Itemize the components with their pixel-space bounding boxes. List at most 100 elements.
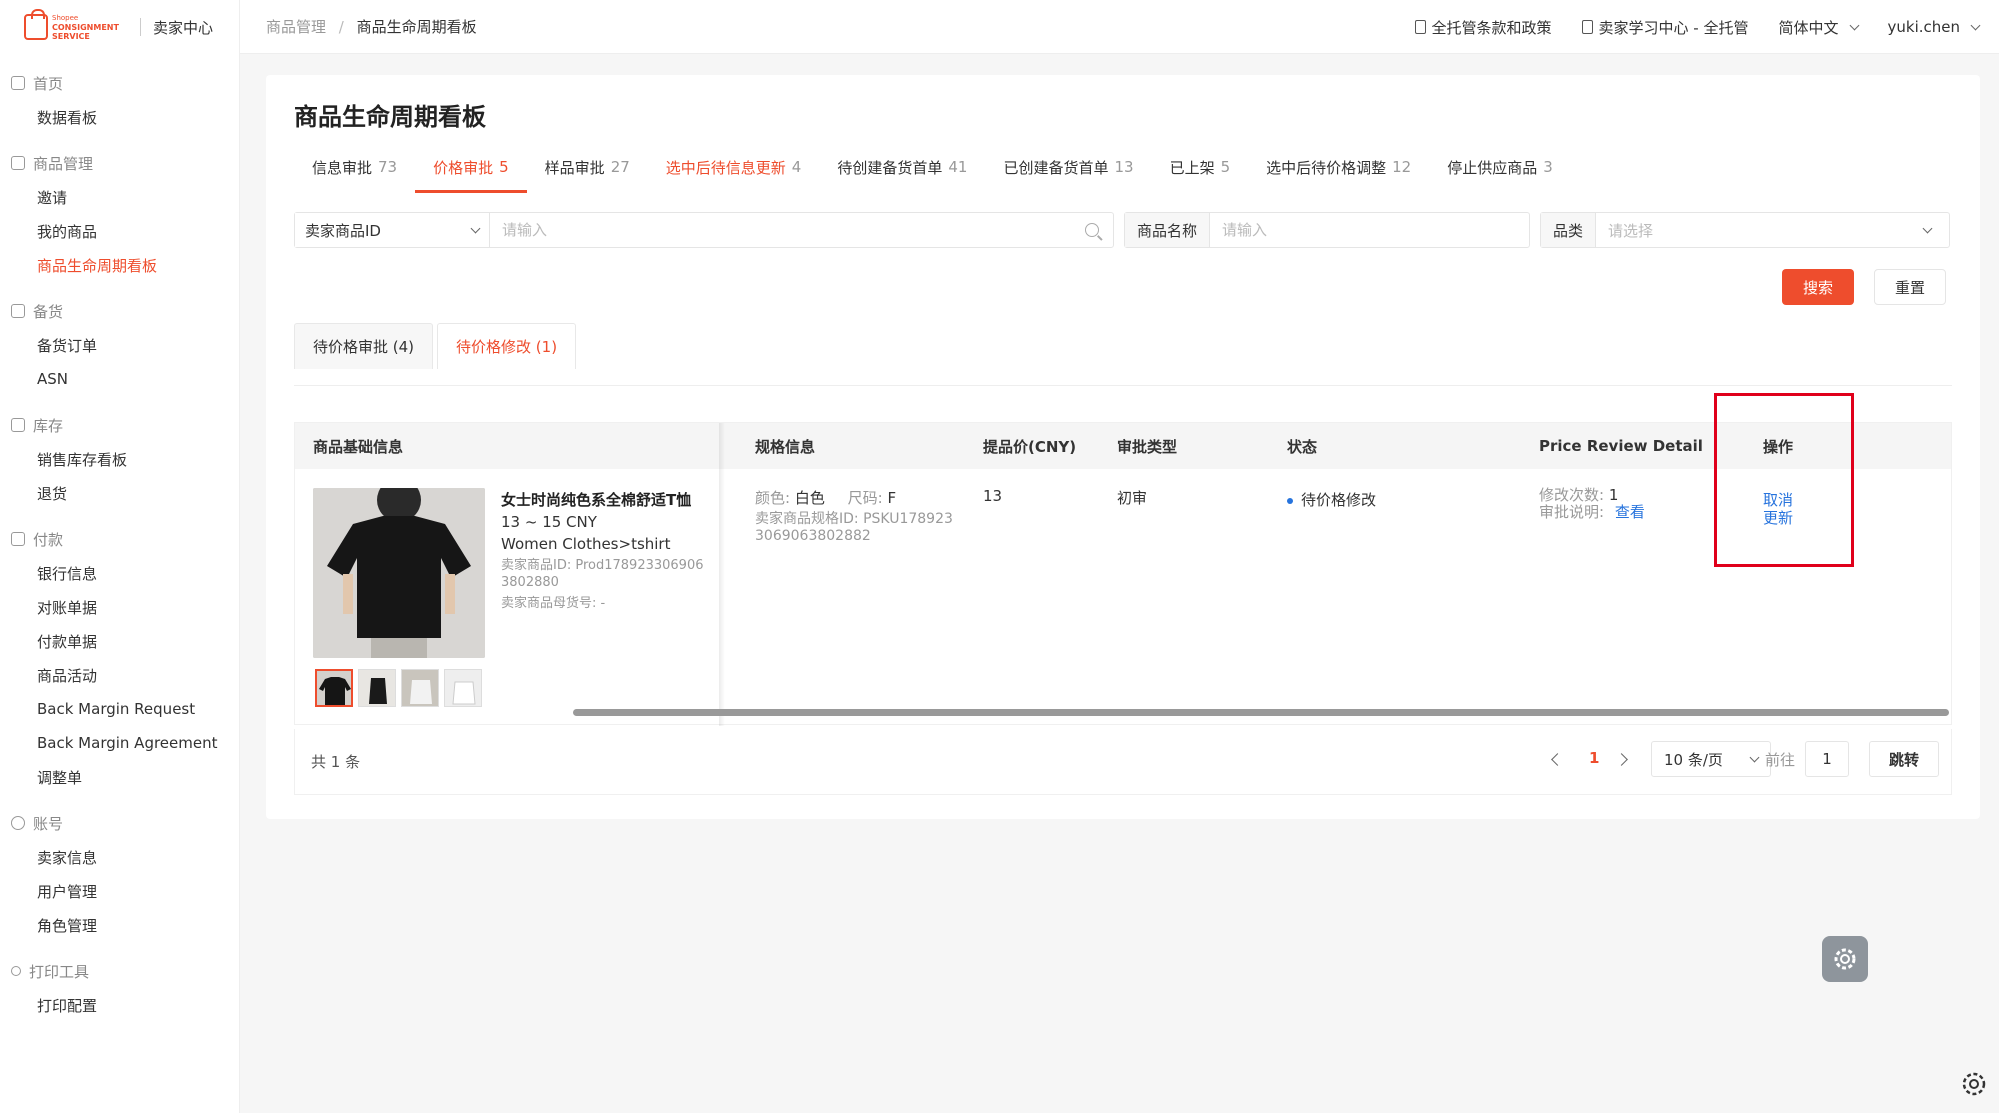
sidebar-item-my-products[interactable]: 我的商品 — [0, 214, 239, 248]
tab-pending-first-order[interactable]: 待创建备货首单 41 — [819, 145, 985, 189]
table-header: 商品基础信息 规格信息 提品价(CNY) 审批类型 状态 Price Revie… — [295, 423, 1951, 469]
floating-settings-button[interactable] — [1822, 936, 1868, 982]
spec-color-size: 颜色: 白色 尺码: F — [755, 489, 897, 507]
sidebar-item-user-management[interactable]: 用户管理 — [0, 874, 239, 908]
nav-group-home: 首页 数据看板 — [0, 66, 239, 134]
subtab-pending-price-approval[interactable]: 待价格审批 (4) — [294, 323, 434, 369]
chevron-down-icon — [1922, 223, 1933, 233]
tab-info-approval[interactable]: 信息审批 73 — [294, 145, 415, 189]
product-icon — [11, 156, 25, 170]
col-approval-type: 审批类型 — [1117, 437, 1178, 456]
product-title: 女士时尚纯色系全棉舒适T恤 — [501, 491, 692, 509]
breadcrumb-product-management[interactable]: 商品管理 — [266, 18, 326, 36]
language-select[interactable]: 简体中文 — [1778, 17, 1859, 38]
shopee-logo[interactable]: Shopee CONSIGNMENT SERVICE — [24, 9, 128, 42]
sidebar: Shopee CONSIGNMENT SERVICE 卖家中心 首页 数据看板 … — [0, 0, 240, 1113]
prev-page-icon[interactable] — [1551, 753, 1564, 766]
sidebar-item-statements[interactable]: 对账单据 — [0, 590, 239, 624]
sidebar-item-returns[interactable]: 退货 — [0, 476, 239, 510]
sidebar-item-role-management[interactable]: 角色管理 — [0, 908, 239, 942]
seller-id-input[interactable] — [490, 213, 1085, 247]
search-icon[interactable] — [1085, 223, 1099, 237]
sidebar-item-bank-info[interactable]: 银行信息 — [0, 556, 239, 590]
policy-link[interactable]: 全托管条款和政策 — [1414, 17, 1552, 38]
document-icon — [1581, 20, 1593, 34]
user-menu[interactable]: yuki.chen — [1888, 18, 1981, 36]
nav-group-account: 账号 卖家信息 用户管理 角色管理 — [0, 806, 239, 942]
col-status: 状态 — [1287, 437, 1318, 456]
chevron-down-icon — [1749, 752, 1760, 762]
sidebar-item-invite[interactable]: 邀请 — [0, 180, 239, 214]
product-name-input[interactable] — [1210, 213, 1529, 247]
price-range: 13 ~ 15 CNY — [501, 513, 597, 531]
tab-stopped-supply[interactable]: 停止供应商品 3 — [1429, 145, 1571, 189]
col-spec: 规格信息 — [755, 437, 816, 456]
product-name-filter: 商品名称 — [1124, 212, 1530, 248]
tab-pending-price-adjust[interactable]: 选中后待价格调整 12 — [1248, 145, 1429, 189]
breadcrumb-lifecycle-board: 商品生命周期看板 — [356, 18, 477, 36]
edit-count: 修改次数: 1 — [1539, 486, 1619, 504]
page-size-select[interactable]: 10 条/页 — [1651, 741, 1771, 777]
thumbnail[interactable] — [315, 669, 353, 707]
total-count: 共 1 条 — [311, 753, 361, 771]
nav-group-payment: 付款 银行信息 对账单据 付款单据 商品活动 Back Margin Reque… — [0, 522, 239, 794]
nav-group-inventory: 库存 销售库存看板 退货 — [0, 408, 239, 510]
tab-listed[interactable]: 已上架 5 — [1152, 145, 1249, 189]
reset-button[interactable]: 重置 — [1874, 269, 1946, 305]
gear-icon — [11, 966, 21, 976]
seller-id-filter: 卖家商品ID — [294, 212, 1114, 248]
goto-page-input[interactable] — [1805, 741, 1849, 777]
id-type-select[interactable]: 卖家商品ID — [295, 213, 490, 247]
product-table: 商品基础信息 规格信息 提品价(CNY) 审批类型 状态 Price Revie… — [294, 422, 1952, 726]
next-page-icon[interactable] — [1615, 753, 1628, 766]
chevron-down-icon — [1849, 20, 1859, 30]
sidebar-item-promotions[interactable]: 商品活动 — [0, 658, 239, 692]
category-filter[interactable]: 品类 请选择 — [1540, 212, 1950, 248]
search-button[interactable]: 搜索 — [1782, 269, 1854, 305]
tab-price-approval[interactable]: 价格审批 5 — [415, 145, 527, 193]
jump-button[interactable]: 跳转 — [1869, 741, 1939, 777]
parent-sku: 卖家商品母货号: - — [501, 596, 606, 611]
tab-sample-approval[interactable]: 样品审批 27 — [527, 145, 648, 189]
sidebar-item-back-margin-request[interactable]: Back Margin Request — [0, 692, 239, 726]
learning-center-link[interactable]: 卖家学习中心 - 全托管 — [1581, 17, 1748, 38]
approval-type: 初审 — [1117, 489, 1148, 507]
product-image[interactable] — [313, 488, 485, 658]
settings-gear-icon[interactable] — [1960, 1070, 1988, 1098]
thumbnail-strip — [315, 669, 482, 707]
shopee-bag-icon — [24, 9, 48, 40]
filter-bar: 卖家商品ID 商品名称 品类 请选择 — [294, 212, 1952, 248]
sidebar-item-back-margin-agreement[interactable]: Back Margin Agreement — [0, 726, 239, 760]
sidebar-item-asn[interactable]: ASN — [0, 362, 239, 396]
gear-icon — [1834, 948, 1856, 970]
status-badge: 待价格修改 — [1287, 489, 1376, 510]
status-dot-icon — [1287, 497, 1293, 504]
nav-group-products: 商品管理 邀请 我的商品 商品生命周期看板 — [0, 146, 239, 282]
nav-group-print: 打印工具 打印配置 — [0, 954, 239, 1022]
sidebar-item-seller-info[interactable]: 卖家信息 — [0, 840, 239, 874]
wallet-icon — [11, 532, 25, 546]
tab-first-order-created[interactable]: 已创建备货首单 13 — [985, 145, 1151, 189]
horizontal-scrollbar[interactable] — [573, 709, 1949, 716]
sidebar-item-payment-docs[interactable]: 付款单据 — [0, 624, 239, 658]
category-select[interactable]: 请选择 — [1596, 220, 1918, 241]
col-price-review: Price Review Detail — [1539, 437, 1703, 455]
goto-label: 前往 — [1765, 751, 1796, 769]
topbar: 商品管理 / 商品生命周期看板 全托管条款和政策 卖家学习中心 - 全托管 简体… — [240, 0, 1999, 54]
subtab-pending-price-edit[interactable]: 待价格修改 (1) — [437, 323, 577, 369]
sidebar-item-dashboard[interactable]: 数据看板 — [0, 100, 239, 134]
view-remark-link[interactable]: 查看 — [1615, 503, 1645, 521]
thumbnail[interactable] — [401, 669, 439, 707]
sidebar-item-stock-orders[interactable]: 备货订单 — [0, 328, 239, 362]
tab-pending-info-update[interactable]: 选中后待信息更新 4 — [648, 145, 820, 189]
chevron-down-icon — [470, 223, 481, 233]
seller-product-id: 卖家商品ID: Prod1789233069063802880 — [501, 558, 704, 590]
sidebar-item-sales-inventory[interactable]: 销售库存看板 — [0, 442, 239, 476]
sidebar-item-adjustments[interactable]: 调整单 — [0, 760, 239, 794]
col-price: 提品价(CNY) — [983, 437, 1077, 456]
sidebar-item-print-config[interactable]: 打印配置 — [0, 988, 239, 1022]
thumbnail[interactable] — [444, 669, 482, 707]
thumbnail[interactable] — [358, 669, 396, 707]
sidebar-item-lifecycle-board[interactable]: 商品生命周期看板 — [0, 248, 239, 282]
page-number[interactable]: 1 — [1589, 749, 1599, 767]
